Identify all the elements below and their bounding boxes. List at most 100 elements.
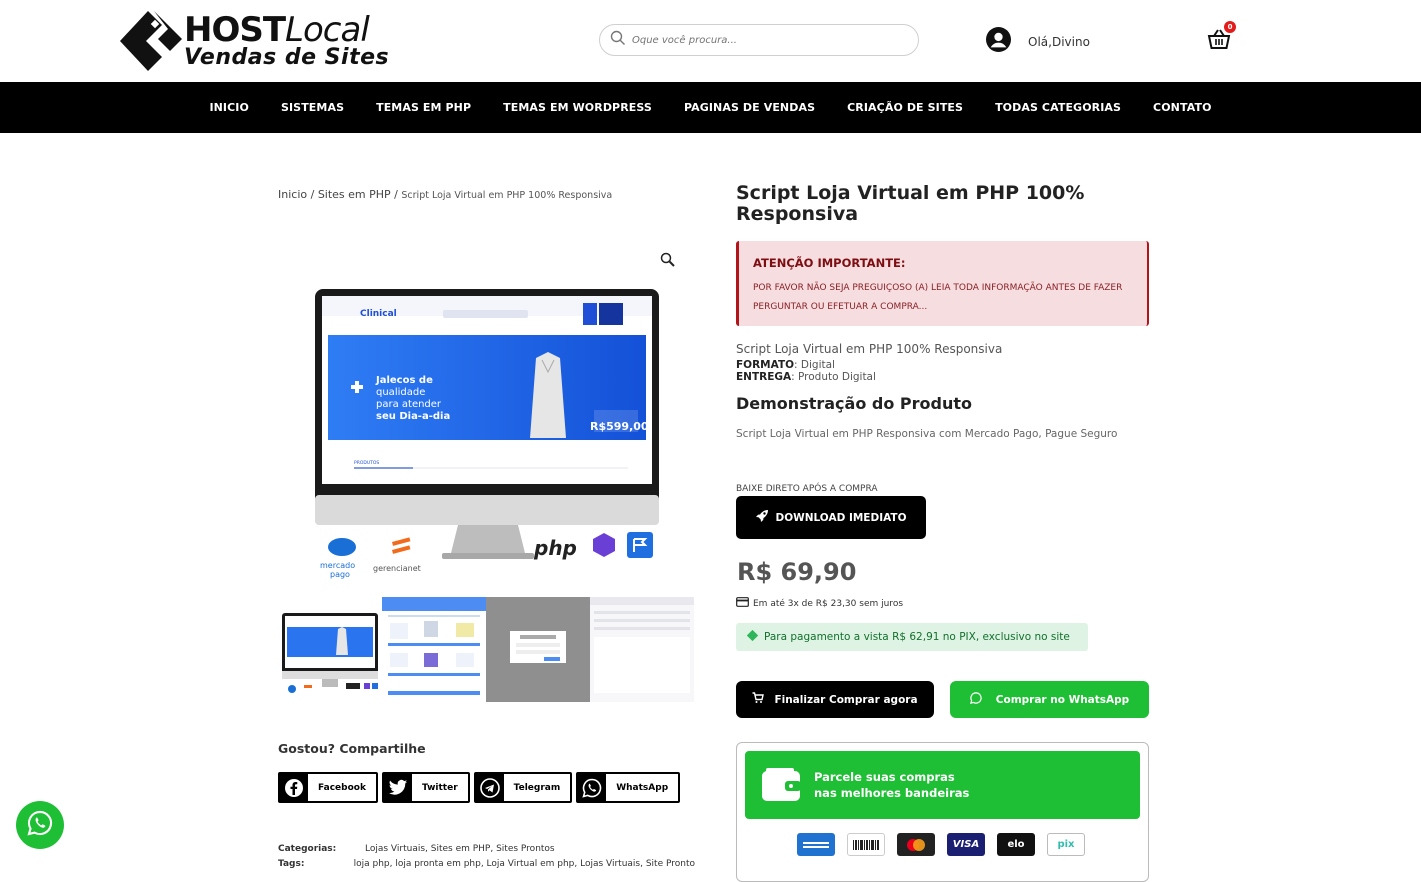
- checkout-button[interactable]: Finalizar Comprar agora: [736, 681, 934, 718]
- spec-delivery: ENTREGA: Produto Digital: [736, 371, 876, 383]
- installments-info: Em até 3x de R$ 23,30 sem juros: [736, 597, 903, 610]
- user-avatar-icon: [986, 27, 1011, 56]
- breadcrumb-separator: /: [390, 188, 402, 201]
- nav-item-criacao-sites[interactable]: CRIAÇÃO DE SITES: [831, 101, 979, 114]
- php-logo: php: [533, 536, 577, 560]
- meta-categories: Categorias: Lojas Virtuais, Sites em PHP…: [278, 844, 695, 854]
- share-title: Gostou? Compartilhe: [278, 741, 426, 756]
- product-title: Script Loja Virtual em PHP 100% Responsi…: [736, 182, 1085, 225]
- hero-line-4: seu Dia-a-dia: [376, 411, 450, 422]
- shopping-cart-icon: [752, 692, 765, 707]
- share-whatsapp-label: WhatsApp: [616, 782, 669, 793]
- credit-card-icon: [736, 597, 749, 610]
- share-whatsapp-button[interactable]: WhatsApp: [576, 772, 681, 803]
- hero-price-tag: R$599,00: [590, 420, 649, 433]
- share-twitter-button[interactable]: Twitter: [381, 772, 470, 803]
- search-input[interactable]: [632, 34, 892, 46]
- download-button[interactable]: DOWNLOAD IMEDIATO: [736, 496, 926, 539]
- whatsapp-icon: [969, 692, 982, 707]
- nav-item-temas-wordpress[interactable]: TEMAS EM WORDPRESS: [487, 101, 668, 114]
- search-bar[interactable]: [599, 24, 919, 56]
- thumbnail-1[interactable]: [278, 597, 382, 702]
- thumbnail-2[interactable]: [382, 597, 486, 702]
- mercadopago-logo-a: mercado: [320, 561, 355, 570]
- account-greeting: Olá,Divino: [1028, 34, 1090, 49]
- site-header: HOSTLocal Vendas de Sites Olá,Divino 0: [0, 0, 1421, 82]
- nav-item-contato[interactable]: CONTATO: [1137, 101, 1228, 114]
- spec-delivery-value: : Produto Digital: [791, 371, 876, 383]
- gerencianet-logo: gerencianet: [373, 564, 421, 573]
- cart-button[interactable]: 0: [1207, 21, 1236, 54]
- whatsapp-icon: [578, 774, 607, 801]
- buy-whatsapp-label: Comprar no WhatsApp: [995, 693, 1130, 706]
- installments-pre: Em até 3x de: [753, 598, 816, 609]
- visa-logo: VISA: [947, 833, 985, 856]
- important-alert: ATENÇÃO IMPORTANTE: POR FAVOR NÃO SEJA P…: [736, 241, 1149, 326]
- nav-item-todas-categorias[interactable]: TODAS CATEGORIAS: [979, 101, 1137, 114]
- cart-basket-icon: [1207, 29, 1231, 54]
- facebook-icon: [280, 774, 308, 801]
- floating-whatsapp-button[interactable]: [16, 801, 64, 849]
- twitter-icon: [383, 774, 412, 801]
- product-meta: Categorias: Lojas Virtuais, Sites em PHP…: [278, 844, 695, 874]
- payment-methods-card: Parcele suas compras nas melhores bandei…: [736, 742, 1149, 882]
- products-strip-label: PRODUTOS: [354, 460, 379, 466]
- hero-line-1: Jalecos de: [375, 375, 433, 386]
- site-logo[interactable]: HOSTLocal Vendas de Sites: [118, 8, 398, 74]
- thumbnail-strip: [278, 597, 695, 702]
- whatsapp-icon: [27, 810, 53, 840]
- logo-wordmark: HOSTLocal Vendas de Sites: [184, 13, 389, 69]
- product-main-image[interactable]: Clinical Jalecos de qualidade para atend…: [278, 240, 695, 590]
- search-icon: [610, 30, 626, 50]
- logo-code-icon: [118, 9, 182, 73]
- pix-text: Para pagamento a vista R$ 62,91 no PIX, …: [764, 631, 1070, 643]
- buy-whatsapp-button[interactable]: Comprar no WhatsApp: [950, 681, 1149, 718]
- cart-count-badge: 0: [1224, 21, 1236, 33]
- breadcrumb-home[interactable]: Inicio: [278, 188, 307, 201]
- spec-format-key: FORMATO: [736, 359, 795, 371]
- spec-delivery-key: ENTREGA: [736, 371, 792, 383]
- installments-value: R$ 23,30: [815, 598, 857, 609]
- pix-discount-box: Para pagamento a vista R$ 62,91 no PIX, …: [736, 623, 1088, 651]
- installment-banner-line2: nas melhores bandeiras: [814, 786, 970, 800]
- demo-title: Demonstração do Produto: [736, 394, 972, 413]
- logo-local: Local: [285, 10, 370, 50]
- share-telegram-label: Telegram: [513, 782, 561, 793]
- alert-title: ATENÇÃO IMPORTANTE:: [753, 256, 906, 270]
- nav-item-temas-php[interactable]: TEMAS EM PHP: [360, 101, 487, 114]
- thumbnail-3[interactable]: [486, 597, 590, 702]
- logo-host: HOST: [184, 10, 286, 50]
- nav-item-sistemas[interactable]: SISTEMAS: [265, 101, 360, 114]
- account-link[interactable]: Olá,Divino: [986, 27, 1090, 56]
- nav-item-inicio[interactable]: INICIO: [193, 101, 265, 114]
- logo-tagline: Vendas de Sites: [184, 45, 390, 70]
- mercadopago-logo-b: pago: [330, 570, 350, 579]
- thumbnail-4[interactable]: [590, 597, 694, 702]
- share-twitter-label: Twitter: [421, 782, 458, 793]
- meta-categories-value[interactable]: Lojas Virtuais, Sites em PHP, Sites Pron…: [365, 844, 555, 854]
- spec-format: FORMATO: Digital: [736, 359, 835, 371]
- share-facebook-button[interactable]: Facebook: [278, 772, 378, 803]
- mastercard-logo: [897, 833, 935, 856]
- zoom-icon[interactable]: [660, 252, 676, 268]
- share-facebook-label: Facebook: [318, 782, 366, 793]
- product-subtitle: Script Loja Virtual em PHP 100% Responsi…: [736, 342, 1003, 356]
- breadcrumb-category[interactable]: Sites em PHP: [318, 188, 391, 201]
- download-note: BAIXE DIRETO APÓS A COMPRA: [736, 484, 878, 494]
- hero-line-2: qualidade: [376, 387, 425, 398]
- elo-logo: elo: [997, 833, 1035, 856]
- boleto-logo: [847, 833, 885, 856]
- spec-format-value: : Digital: [794, 359, 835, 371]
- installment-banner-line1: Parcele suas compras: [814, 770, 955, 784]
- breadcrumb: Inicio / Sites em PHP / Script Loja Virt…: [278, 188, 612, 201]
- share-telegram-button[interactable]: Telegram: [473, 772, 573, 803]
- wallet-icon: [761, 768, 801, 802]
- installments-post: sem juros: [856, 598, 904, 609]
- download-label: DOWNLOAD IMEDIATO: [775, 511, 907, 524]
- rocket-icon: [755, 509, 769, 526]
- share-buttons: Facebook Twitter Telegram WhatsApp: [278, 772, 681, 803]
- nav-item-paginas-vendas[interactable]: PAGINAS DE VENDAS: [668, 101, 831, 114]
- meta-tags-value[interactable]: loja php, loja pronta em php, Loja Virtu…: [354, 859, 695, 869]
- main-nav: INICIO SISTEMAS TEMAS EM PHP TEMAS EM WO…: [0, 82, 1421, 133]
- meta-tags-key: Tags:: [278, 859, 305, 869]
